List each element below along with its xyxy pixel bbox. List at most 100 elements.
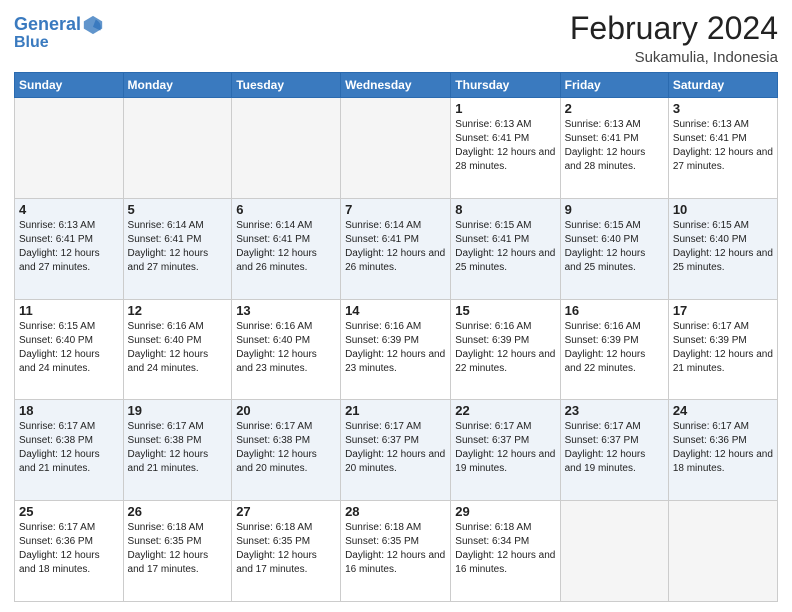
logo-icon (82, 14, 104, 36)
calendar-cell: 4 Sunrise: 6:13 AMSunset: 6:41 PMDaylight… (15, 198, 124, 299)
calendar-cell (15, 98, 124, 199)
day-number: 26 (128, 504, 228, 519)
calendar-cell (560, 501, 668, 602)
calendar-cell: 5 Sunrise: 6:14 AMSunset: 6:41 PMDaylight… (123, 198, 232, 299)
weekday-header-saturday: Saturday (668, 73, 777, 98)
day-info: Sunrise: 6:16 AMSunset: 6:40 PMDaylight:… (236, 320, 336, 376)
calendar-cell (123, 98, 232, 199)
calendar-cell: 16 Sunrise: 6:16 AMSunset: 6:39 PMDayligh… (560, 299, 668, 400)
day-info: Sunrise: 6:17 AMSunset: 6:38 PMDaylight:… (19, 420, 119, 476)
logo-text2: Blue (14, 34, 104, 52)
weekday-header-friday: Friday (560, 73, 668, 98)
day-number: 19 (128, 403, 228, 418)
weekday-header-monday: Monday (123, 73, 232, 98)
calendar-cell: 8 Sunrise: 6:15 AMSunset: 6:41 PMDaylight… (451, 198, 560, 299)
calendar-cell: 22 Sunrise: 6:17 AMSunset: 6:37 PMDayligh… (451, 400, 560, 501)
calendar-cell: 15 Sunrise: 6:16 AMSunset: 6:39 PMDayligh… (451, 299, 560, 400)
calendar-cell: 3 Sunrise: 6:13 AMSunset: 6:41 PMDaylight… (668, 98, 777, 199)
day-info: Sunrise: 6:15 AMSunset: 6:40 PMDaylight:… (565, 219, 664, 275)
day-number: 1 (455, 101, 555, 116)
weekday-header-sunday: Sunday (15, 73, 124, 98)
day-info: Sunrise: 6:13 AMSunset: 6:41 PMDaylight:… (673, 118, 773, 174)
day-number: 10 (673, 202, 773, 217)
title-block: February 2024 Sukamulia, Indonesia (570, 10, 778, 66)
calendar-cell: 26Sunrise: 6:18 AMSunset: 6:35 PMDayligh… (123, 501, 232, 602)
weekday-header-thursday: Thursday (451, 73, 560, 98)
calendar-cell: 17 Sunrise: 6:17 AMSunset: 6:39 PMDayligh… (668, 299, 777, 400)
day-info: Sunrise: 6:17 AMSunset: 6:36 PMDaylight:… (673, 420, 773, 476)
day-number: 4 (19, 202, 119, 217)
day-info: Sunrise: 6:18 AMSunset: 6:35 PMDaylight:… (236, 521, 336, 577)
calendar-cell (668, 501, 777, 602)
calendar-cell: 14Sunrise: 6:16 AMSunset: 6:39 PMDayligh… (341, 299, 451, 400)
calendar-cell: 24Sunrise: 6:17 AMSunset: 6:36 PMDayligh… (668, 400, 777, 501)
day-number: 5 (128, 202, 228, 217)
day-number: 23 (565, 403, 664, 418)
day-info: Sunrise: 6:14 AMSunset: 6:41 PMDaylight:… (345, 219, 446, 275)
day-info: Sunrise: 6:16 AMSunset: 6:39 PMDaylight:… (565, 320, 664, 376)
calendar-cell: 11Sunrise: 6:15 AMSunset: 6:40 PMDayligh… (15, 299, 124, 400)
day-info: Sunrise: 6:17 AMSunset: 6:36 PMDaylight:… (19, 521, 119, 577)
calendar-cell (232, 98, 341, 199)
calendar-cell: 25 Sunrise: 6:17 AMSunset: 6:36 PMDayligh… (15, 501, 124, 602)
day-info: Sunrise: 6:13 AMSunset: 6:41 PMDaylight:… (455, 118, 555, 174)
week-row-3: 11Sunrise: 6:15 AMSunset: 6:40 PMDayligh… (15, 299, 778, 400)
calendar-cell: 2 Sunrise: 6:13 AMSunset: 6:41 PMDaylight… (560, 98, 668, 199)
calendar-cell: 18 Sunrise: 6:17 AMSunset: 6:38 PMDayligh… (15, 400, 124, 501)
day-number: 27 (236, 504, 336, 519)
day-number: 18 (19, 403, 119, 418)
day-number: 2 (565, 101, 664, 116)
calendar-cell: 13Sunrise: 6:16 AMSunset: 6:40 PMDayligh… (232, 299, 341, 400)
calendar-cell: 20 Sunrise: 6:17 AMSunset: 6:38 PMDayligh… (232, 400, 341, 501)
week-row-5: 25 Sunrise: 6:17 AMSunset: 6:36 PMDayligh… (15, 501, 778, 602)
day-info: Sunrise: 6:15 AMSunset: 6:41 PMDaylight:… (455, 219, 555, 275)
day-info: Sunrise: 6:17 AMSunset: 6:37 PMDaylight:… (345, 420, 446, 476)
day-number: 8 (455, 202, 555, 217)
day-number: 12 (128, 303, 228, 318)
day-info: Sunrise: 6:17 AMSunset: 6:37 PMDaylight:… (565, 420, 664, 476)
day-number: 7 (345, 202, 446, 217)
calendar-cell: 9 Sunrise: 6:15 AMSunset: 6:40 PMDaylight… (560, 198, 668, 299)
calendar-cell (341, 98, 451, 199)
weekday-header-row: SundayMondayTuesdayWednesdayThursdayFrid… (15, 73, 778, 98)
day-info: Sunrise: 6:17 AMSunset: 6:39 PMDaylight:… (673, 320, 773, 376)
week-row-4: 18 Sunrise: 6:17 AMSunset: 6:38 PMDayligh… (15, 400, 778, 501)
calendar-cell: 7 Sunrise: 6:14 AMSunset: 6:41 PMDaylight… (341, 198, 451, 299)
weekday-header-wednesday: Wednesday (341, 73, 451, 98)
day-info: Sunrise: 6:17 AMSunset: 6:38 PMDaylight:… (236, 420, 336, 476)
weekday-header-tuesday: Tuesday (232, 73, 341, 98)
day-info: Sunrise: 6:13 AMSunset: 6:41 PMDaylight:… (19, 219, 119, 275)
day-info: Sunrise: 6:18 AMSunset: 6:34 PMDaylight:… (455, 521, 555, 577)
day-info: Sunrise: 6:13 AMSunset: 6:41 PMDaylight:… (565, 118, 664, 174)
week-row-2: 4 Sunrise: 6:13 AMSunset: 6:41 PMDaylight… (15, 198, 778, 299)
subtitle: Sukamulia, Indonesia (570, 49, 778, 66)
day-number: 14 (345, 303, 446, 318)
day-info: Sunrise: 6:16 AMSunset: 6:39 PMDaylight:… (455, 320, 555, 376)
day-number: 17 (673, 303, 773, 318)
header: General Blue February 2024 Sukamulia, In… (14, 10, 778, 66)
page: General Blue February 2024 Sukamulia, In… (0, 0, 792, 612)
day-number: 9 (565, 202, 664, 217)
day-number: 20 (236, 403, 336, 418)
week-row-1: 1 Sunrise: 6:13 AMSunset: 6:41 PMDaylight… (15, 98, 778, 199)
calendar-cell: 21 Sunrise: 6:17 AMSunset: 6:37 PMDayligh… (341, 400, 451, 501)
day-number: 6 (236, 202, 336, 217)
day-info: Sunrise: 6:16 AMSunset: 6:40 PMDaylight:… (128, 320, 228, 376)
day-number: 25 (19, 504, 119, 519)
calendar-cell: 27 Sunrise: 6:18 AMSunset: 6:35 PMDayligh… (232, 501, 341, 602)
day-number: 16 (565, 303, 664, 318)
day-number: 15 (455, 303, 555, 318)
main-title: February 2024 (570, 10, 778, 47)
day-number: 22 (455, 403, 555, 418)
day-info: Sunrise: 6:18 AMSunset: 6:35 PMDaylight:… (345, 521, 446, 577)
calendar: SundayMondayTuesdayWednesdayThursdayFrid… (14, 72, 778, 602)
calendar-cell: 23 Sunrise: 6:17 AMSunset: 6:37 PMDayligh… (560, 400, 668, 501)
day-info: Sunrise: 6:14 AMSunset: 6:41 PMDaylight:… (128, 219, 228, 275)
calendar-cell: 28Sunrise: 6:18 AMSunset: 6:35 PMDayligh… (341, 501, 451, 602)
day-info: Sunrise: 6:17 AMSunset: 6:37 PMDaylight:… (455, 420, 555, 476)
day-number: 21 (345, 403, 446, 418)
calendar-cell: 6Sunrise: 6:14 AMSunset: 6:41 PMDaylight… (232, 198, 341, 299)
day-number: 29 (455, 504, 555, 519)
day-number: 3 (673, 101, 773, 116)
calendar-cell: 10Sunrise: 6:15 AMSunset: 6:40 PMDayligh… (668, 198, 777, 299)
